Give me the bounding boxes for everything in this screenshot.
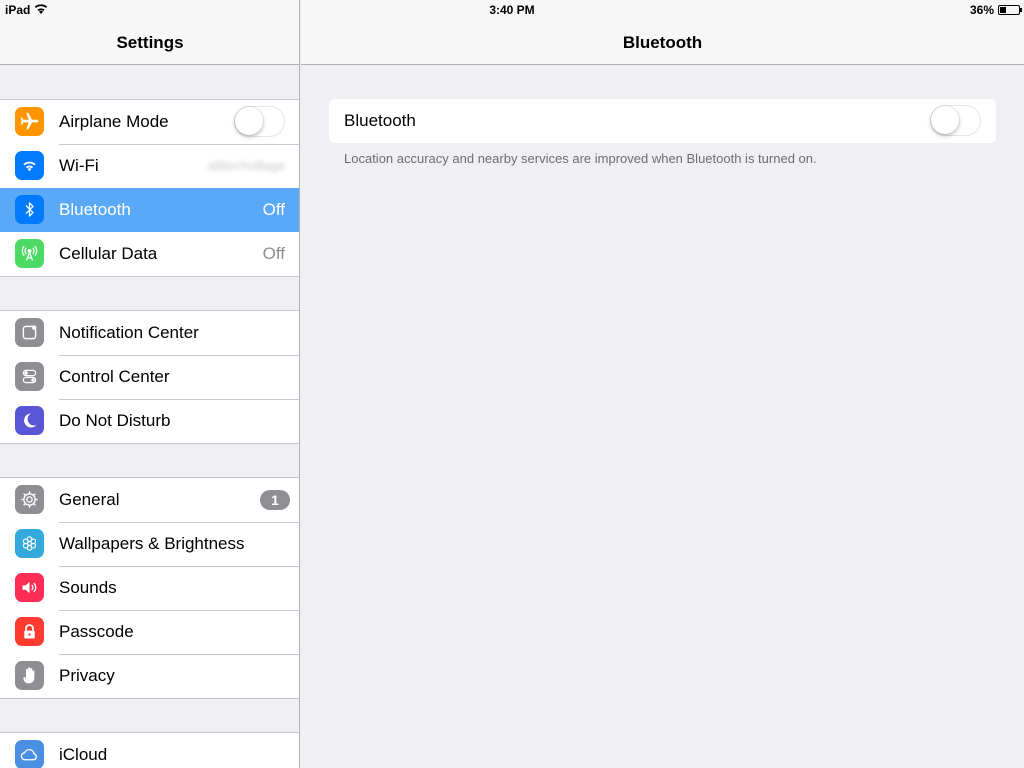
accounts-group: iCloud bbox=[0, 732, 299, 768]
sidebar-item-label: Wallpapers & Brightness bbox=[59, 534, 245, 553]
bluetooth-toggle-label: Bluetooth bbox=[344, 111, 416, 130]
bluetooth-status-value: Off bbox=[262, 200, 285, 219]
bluetooth-footer-text: Location accuracy and nearby services ar… bbox=[344, 151, 817, 166]
sidebar-item-cellular-data[interactable]: Cellular Data Off bbox=[0, 232, 299, 276]
wifi-icon bbox=[15, 151, 44, 180]
speaker-icon bbox=[15, 573, 44, 602]
sidebar-item-label: Wi-Fi bbox=[59, 156, 99, 175]
sidebar-item-label: Control Center bbox=[59, 367, 170, 386]
settings-sidebar: Settings Airplane Mode Wi-Fi allitechvil… bbox=[0, 0, 300, 768]
cloud-icon bbox=[15, 740, 44, 768]
lock-icon bbox=[15, 617, 44, 646]
wifi-signal-icon bbox=[34, 3, 48, 17]
sidebar-item-label: Notification Center bbox=[59, 323, 199, 342]
sidebar-item-label: Sounds bbox=[59, 578, 117, 597]
moon-icon bbox=[15, 406, 44, 435]
sidebar-item-label: Airplane Mode bbox=[59, 112, 169, 131]
bluetooth-icon bbox=[15, 195, 44, 224]
sidebar-item-label: Cellular Data bbox=[59, 244, 158, 263]
bluetooth-detail-pane: Bluetooth Bluetooth Location accuracy an… bbox=[301, 0, 1024, 768]
system-group: Notification Center Control Center Do No… bbox=[0, 310, 299, 444]
flower-icon bbox=[15, 529, 44, 558]
sidebar-item-bluetooth[interactable]: Bluetooth Off bbox=[0, 188, 299, 232]
status-bar: iPad 3:40 PM 36% bbox=[0, 0, 1024, 20]
sidebar-item-wifi[interactable]: Wi-Fi allitechvillage bbox=[0, 144, 299, 188]
sidebar-item-label: Privacy bbox=[59, 666, 115, 685]
sidebar-item-passcode[interactable]: Passcode bbox=[0, 610, 299, 654]
gear-icon bbox=[15, 485, 44, 514]
sidebar-item-privacy[interactable]: Privacy bbox=[0, 654, 299, 698]
sidebar-item-label: iCloud bbox=[59, 745, 108, 764]
bluetooth-toggle[interactable] bbox=[930, 105, 981, 136]
sidebar-item-airplane-mode[interactable]: Airplane Mode bbox=[0, 100, 299, 144]
update-badge: 1 bbox=[260, 490, 290, 510]
sidebar-item-do-not-disturb[interactable]: Do Not Disturb bbox=[0, 399, 299, 443]
sidebar-item-label: Do Not Disturb bbox=[59, 411, 171, 430]
sidebar-item-sounds[interactable]: Sounds bbox=[0, 566, 299, 610]
airplane-mode-toggle[interactable] bbox=[234, 106, 285, 137]
connectivity-group: Airplane Mode Wi-Fi allitechvillage Blue… bbox=[0, 99, 299, 277]
status-bar-right: 36% bbox=[969, 3, 1022, 17]
sidebar-item-label: Bluetooth bbox=[59, 200, 131, 219]
sidebar-item-control-center[interactable]: Control Center bbox=[0, 355, 299, 399]
notification-icon bbox=[15, 318, 44, 347]
sidebar-item-notification-center[interactable]: Notification Center bbox=[0, 311, 299, 355]
battery-icon bbox=[998, 5, 1022, 15]
detail-title: Bluetooth bbox=[622, 33, 703, 52]
sidebar-item-label: Passcode bbox=[59, 622, 134, 641]
sidebar-item-general[interactable]: General 1 bbox=[0, 478, 299, 522]
sidebar-item-icloud[interactable]: iCloud bbox=[0, 733, 299, 768]
bluetooth-toggle-row: Bluetooth bbox=[329, 99, 996, 143]
hand-icon bbox=[15, 661, 44, 690]
antenna-icon bbox=[15, 239, 44, 268]
sidebar-title: Settings bbox=[116, 33, 184, 52]
wifi-network-name: allitechvillage bbox=[207, 158, 285, 173]
status-bar-left: iPad bbox=[5, 3, 48, 17]
airplane-icon bbox=[15, 107, 44, 136]
sidebar-item-wallpapers-brightness[interactable]: Wallpapers & Brightness bbox=[0, 522, 299, 566]
device-name: iPad bbox=[5, 3, 31, 17]
control-center-icon bbox=[15, 362, 44, 391]
cellular-status-value: Off bbox=[262, 244, 285, 263]
sidebar-item-label: General bbox=[59, 490, 120, 509]
preferences-group: General 1 Wallpapers & Brightness Sounds… bbox=[0, 477, 299, 699]
status-time: 3:40 PM bbox=[489, 3, 535, 17]
battery-percent: 36% bbox=[969, 3, 994, 17]
